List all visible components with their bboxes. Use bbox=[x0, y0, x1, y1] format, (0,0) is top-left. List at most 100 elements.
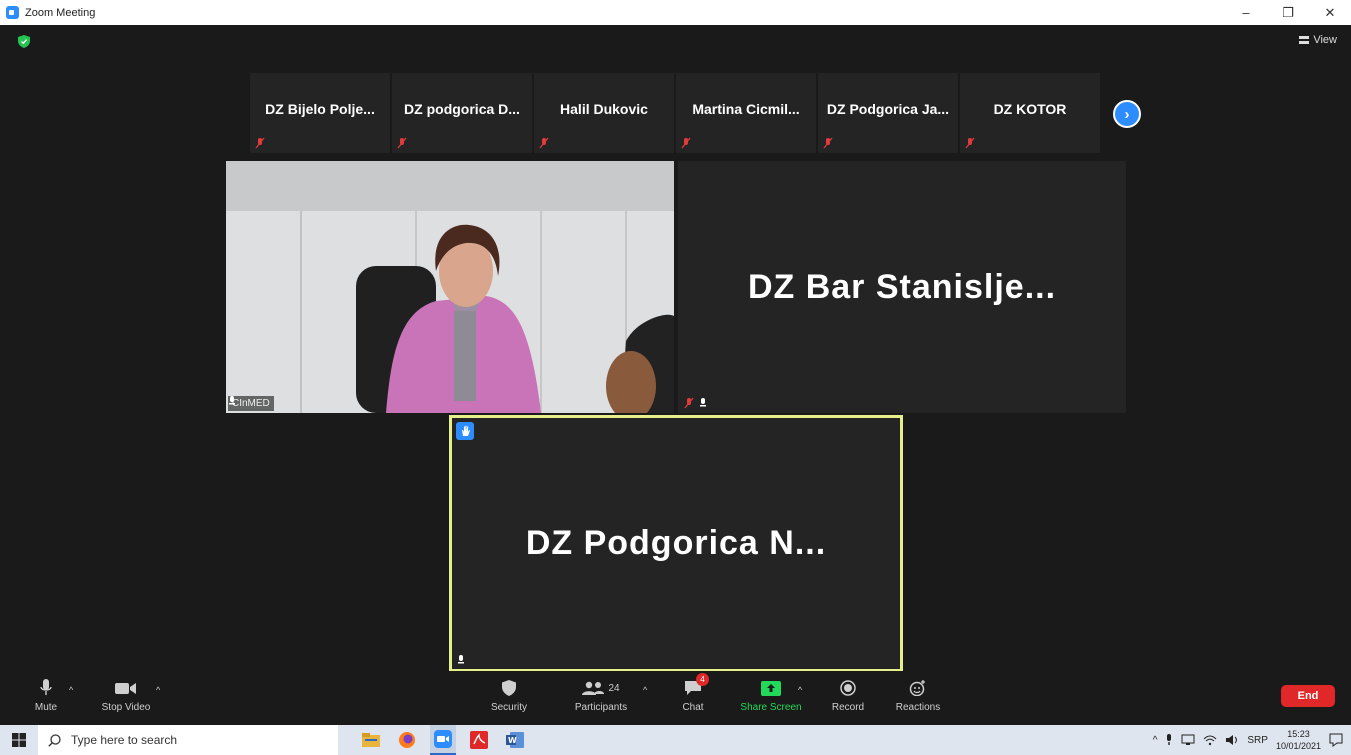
show-hidden-icons-caret-icon[interactable]: ^ bbox=[1153, 735, 1158, 746]
muted-mic-icon bbox=[684, 397, 694, 409]
firefox-app[interactable] bbox=[394, 725, 420, 755]
participant-name: DZ Podgorica N... bbox=[525, 524, 827, 562]
share-screen-icon bbox=[761, 680, 781, 696]
muted-mic-icon bbox=[255, 137, 265, 149]
security-shield-icon bbox=[502, 680, 516, 696]
clock-date: 10/01/2021 bbox=[1275, 741, 1321, 751]
reactions-icon bbox=[909, 680, 925, 696]
restore-button[interactable]: ❐ bbox=[1267, 0, 1309, 25]
chat-label: Chat bbox=[682, 702, 704, 713]
mute-button[interactable]: Mute bbox=[28, 671, 64, 720]
muted-mic-icon bbox=[539, 137, 549, 149]
participants-caret-icon[interactable]: ^ bbox=[643, 685, 647, 695]
start-button[interactable] bbox=[0, 725, 38, 755]
input-language[interactable]: SRP bbox=[1247, 735, 1268, 746]
windows-logo-icon bbox=[12, 733, 26, 747]
muted-mic-icon bbox=[681, 137, 691, 149]
zoom-icon bbox=[434, 730, 452, 748]
video-options-caret-icon[interactable]: ^ bbox=[156, 685, 160, 695]
mic-icon bbox=[458, 655, 464, 664]
window-title: Zoom Meeting bbox=[25, 6, 96, 19]
stop-video-button[interactable]: Stop Video bbox=[98, 671, 154, 720]
acrobat-app[interactable] bbox=[466, 725, 492, 755]
next-page-button[interactable]: › bbox=[1113, 100, 1141, 128]
microphone-icon bbox=[40, 679, 52, 695]
notifications-icon[interactable] bbox=[1329, 733, 1343, 747]
meeting-toolbar: Mute ^ Stop Video ^ Security 24 Particip… bbox=[6, 671, 1345, 720]
record-label: Record bbox=[831, 702, 865, 713]
participant-name: CInMED bbox=[232, 398, 270, 409]
window-controls: – ❐ ✕ bbox=[1225, 0, 1351, 25]
participants-button[interactable]: 24 Participants bbox=[570, 671, 632, 720]
active-speaker-tile[interactable]: DZ Podgorica N... bbox=[449, 415, 903, 672]
video-tile[interactable]: CInMED bbox=[226, 161, 674, 413]
participant-tile[interactable]: Halil Dukovic bbox=[534, 73, 674, 153]
word-icon: W bbox=[506, 732, 524, 748]
search-icon bbox=[48, 733, 61, 747]
security-label: Security bbox=[490, 702, 528, 713]
participant-name: DZ Bar Stanislje... bbox=[747, 267, 1057, 306]
participant-tile[interactable]: DZ KOTOR bbox=[960, 73, 1100, 153]
tile-status-bar bbox=[683, 397, 707, 409]
participant-tile[interactable]: DZ Bijelo Polje... bbox=[250, 73, 390, 153]
security-button[interactable]: Security bbox=[484, 671, 534, 720]
participants-icon bbox=[582, 681, 605, 695]
reactions-button[interactable]: Reactions bbox=[892, 671, 944, 720]
muted-mic-icon bbox=[823, 137, 833, 149]
window-title-bar: Zoom Meeting – ❐ ✕ bbox=[0, 0, 1351, 25]
microphone-tray-icon[interactable] bbox=[1165, 734, 1173, 746]
muted-mic-icon bbox=[397, 137, 407, 149]
wifi-icon[interactable] bbox=[1203, 734, 1217, 746]
volume-icon[interactable] bbox=[1225, 734, 1239, 746]
word-app[interactable]: W bbox=[502, 725, 528, 755]
participant-name: DZ KOTOR bbox=[993, 101, 1067, 117]
end-meeting-button[interactable]: End bbox=[1281, 685, 1335, 707]
windows-taskbar: Type here to search W ^ SRP 15:23 10/01/… bbox=[0, 725, 1351, 755]
chat-button[interactable]: 4 Chat bbox=[678, 671, 709, 720]
folder-icon bbox=[362, 733, 380, 747]
participant-name: DZ Bijelo Polje... bbox=[265, 101, 375, 117]
view-button[interactable]: View bbox=[1299, 34, 1337, 46]
share-options-caret-icon[interactable]: ^ bbox=[798, 685, 802, 695]
participant-tile[interactable]: DZ podgorica D... bbox=[392, 73, 532, 153]
grid-icon bbox=[1299, 36, 1310, 44]
participant-name: Halil Dukovic bbox=[560, 101, 648, 117]
minimize-button[interactable]: – bbox=[1225, 0, 1267, 25]
mic-icon bbox=[229, 396, 235, 405]
audio-options-caret-icon[interactable]: ^ bbox=[69, 685, 73, 695]
reactions-label: Reactions bbox=[895, 702, 941, 713]
record-button[interactable]: Record bbox=[828, 671, 868, 720]
participant-video bbox=[226, 161, 674, 413]
close-button[interactable]: ✕ bbox=[1309, 0, 1351, 25]
muted-mic-icon bbox=[965, 137, 975, 149]
taskbar-apps: W bbox=[358, 725, 528, 755]
pdf-icon bbox=[470, 731, 488, 749]
taskbar-search[interactable]: Type here to search bbox=[38, 725, 338, 755]
participants-count: 24 bbox=[608, 682, 620, 694]
record-icon bbox=[840, 680, 856, 696]
system-tray: ^ SRP 15:23 10/01/2021 bbox=[1153, 725, 1351, 755]
tile-status-bar bbox=[457, 655, 465, 665]
participant-tile[interactable]: DZ Bar Stanislje... bbox=[678, 161, 1126, 413]
zoom-app[interactable] bbox=[430, 725, 456, 755]
shield-icon[interactable] bbox=[18, 35, 30, 48]
mic-icon bbox=[700, 398, 706, 407]
clock[interactable]: 15:23 10/01/2021 bbox=[1276, 728, 1321, 752]
share-screen-label: Share Screen bbox=[740, 702, 802, 713]
participant-tile[interactable]: Martina Cicmil... bbox=[676, 73, 816, 153]
stop-video-label: Stop Video bbox=[101, 702, 151, 713]
chat-badge: 4 bbox=[696, 673, 709, 686]
participant-name-tag: CInMED bbox=[228, 396, 274, 411]
file-explorer-app[interactable] bbox=[358, 725, 384, 755]
participant-name: DZ podgorica D... bbox=[404, 101, 520, 117]
search-placeholder: Type here to search bbox=[71, 733, 178, 747]
raised-hand-icon bbox=[456, 422, 474, 440]
gallery-strip: DZ Bijelo Polje... DZ podgorica D... Hal… bbox=[250, 73, 1100, 153]
participant-tile[interactable]: DZ Podgorica Ja... bbox=[818, 73, 958, 153]
share-screen-button[interactable]: Share Screen bbox=[737, 671, 805, 720]
participant-name: DZ Podgorica Ja... bbox=[826, 101, 950, 117]
network-icon[interactable] bbox=[1181, 734, 1195, 746]
participant-name: Martina Cicmil... bbox=[692, 101, 800, 117]
view-label: View bbox=[1313, 34, 1337, 46]
clock-time: 15:23 bbox=[1287, 729, 1310, 739]
